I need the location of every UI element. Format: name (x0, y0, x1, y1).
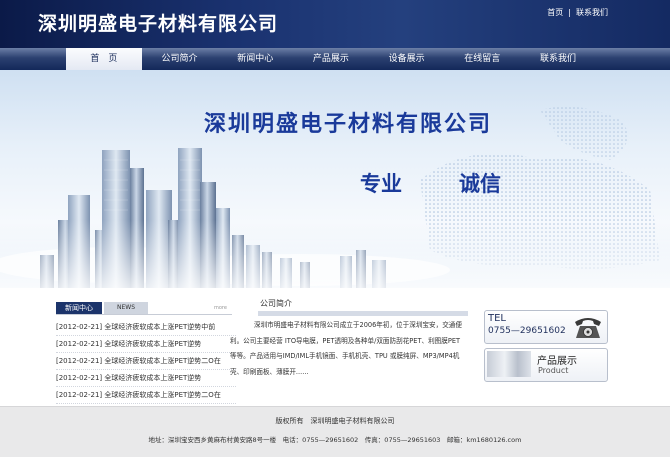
news-list: [2012-02-21] 全球经济疲软成本上涨PET逆势中前 [2012-02-… (56, 319, 236, 404)
nav-contact-us[interactable]: 联系我们 (520, 48, 596, 70)
banner-slogan-professional: 专业 (360, 172, 402, 196)
news-more-link[interactable]: more (214, 302, 227, 314)
product-thumbnail (487, 351, 531, 377)
main-nav: 首 页 公司简介 新闻中心 产品展示 设备展示 在线留言 联系我们 (66, 48, 596, 70)
hero-banner: 深圳明盛电子材料有限公司 专业 诚信 (0, 70, 670, 288)
link-separator: | (568, 8, 571, 17)
tab-news[interactable]: NEWS (104, 302, 148, 314)
news-item[interactable]: [2012-02-21] 全球经济疲软成本上涨PET逆势二O在 (56, 387, 236, 404)
news-title: 全球经济疲软成本上涨PET逆势中前 (104, 323, 216, 331)
news-item[interactable]: [2012-02-21] 全球经济疲软成本上涨PET逆势二O在 (56, 353, 236, 370)
nav-equipment[interactable]: 设备展示 (369, 48, 445, 70)
banner-slogan-integrity: 诚信 (459, 172, 501, 196)
about-heading: 公司简介 (260, 299, 292, 308)
nav-news-center[interactable]: 新闻中心 (217, 48, 293, 70)
about-text: 深圳市明盛电子材料有限公司成立于2006年初，位于深圳宝安，交通便利。公司主要经… (230, 321, 462, 376)
top-links: 首页 | 联系我们 (547, 7, 608, 18)
nav-home[interactable]: 首 页 (66, 48, 142, 70)
city-skyline-image (0, 106, 670, 288)
nav-products[interactable]: 产品展示 (293, 48, 369, 70)
tab-news-center[interactable]: 新闻中心 (56, 302, 102, 314)
nav-company-intro[interactable]: 公司简介 (142, 48, 218, 70)
news-item[interactable]: [2012-02-21] 全球经济疲软成本上涨PET逆势 (56, 336, 236, 353)
news-date: [2012-02-21] (56, 340, 103, 348)
banner-title: 深圳明盛电子材料有限公司 (204, 112, 493, 137)
news-date: [2012-02-21] (56, 391, 103, 399)
news-date: [2012-02-21] (56, 374, 103, 382)
news-title: 全球经济疲软成本上涨PET逆势二O在 (104, 357, 221, 365)
news-date: [2012-02-21] (56, 357, 103, 365)
tel-label: TEL (488, 313, 506, 324)
footer (0, 406, 670, 457)
home-link[interactable]: 首页 (547, 8, 563, 17)
product-title-cn: 产品展示 (537, 356, 577, 367)
news-item[interactable]: [2012-02-21] 全球经济疲软成本上涨PET逆势 (56, 370, 236, 387)
news-title: 全球经济疲软成本上涨PET逆势 (104, 374, 202, 382)
product-title-en: Product (538, 366, 569, 375)
tel-number: 0755—29651602 (488, 326, 566, 336)
news-item[interactable]: [2012-02-21] 全球经济疲软成本上涨PET逆势中前 (56, 319, 236, 336)
news-title: 全球经济疲软成本上涨PET逆势 (104, 340, 202, 348)
news-date: [2012-02-21] (56, 323, 103, 331)
telephone-icon (575, 318, 601, 338)
nav-online-message[interactable]: 在线留言 (444, 48, 520, 70)
about-heading-bar (258, 311, 468, 316)
contact-us-link[interactable]: 联系我们 (576, 8, 608, 17)
footer-copyright: 版权所有 深圳明盛电子材料有限公司 (275, 417, 395, 425)
site-title: 深圳明盛电子材料有限公司 (38, 13, 279, 35)
footer-address: 地址：深圳宝安西乡黄麻布村黄安路8号一楼 电话：0755—29651602 传真… (148, 436, 522, 444)
news-title: 全球经济疲软成本上涨PET逆势二O在 (104, 391, 221, 399)
